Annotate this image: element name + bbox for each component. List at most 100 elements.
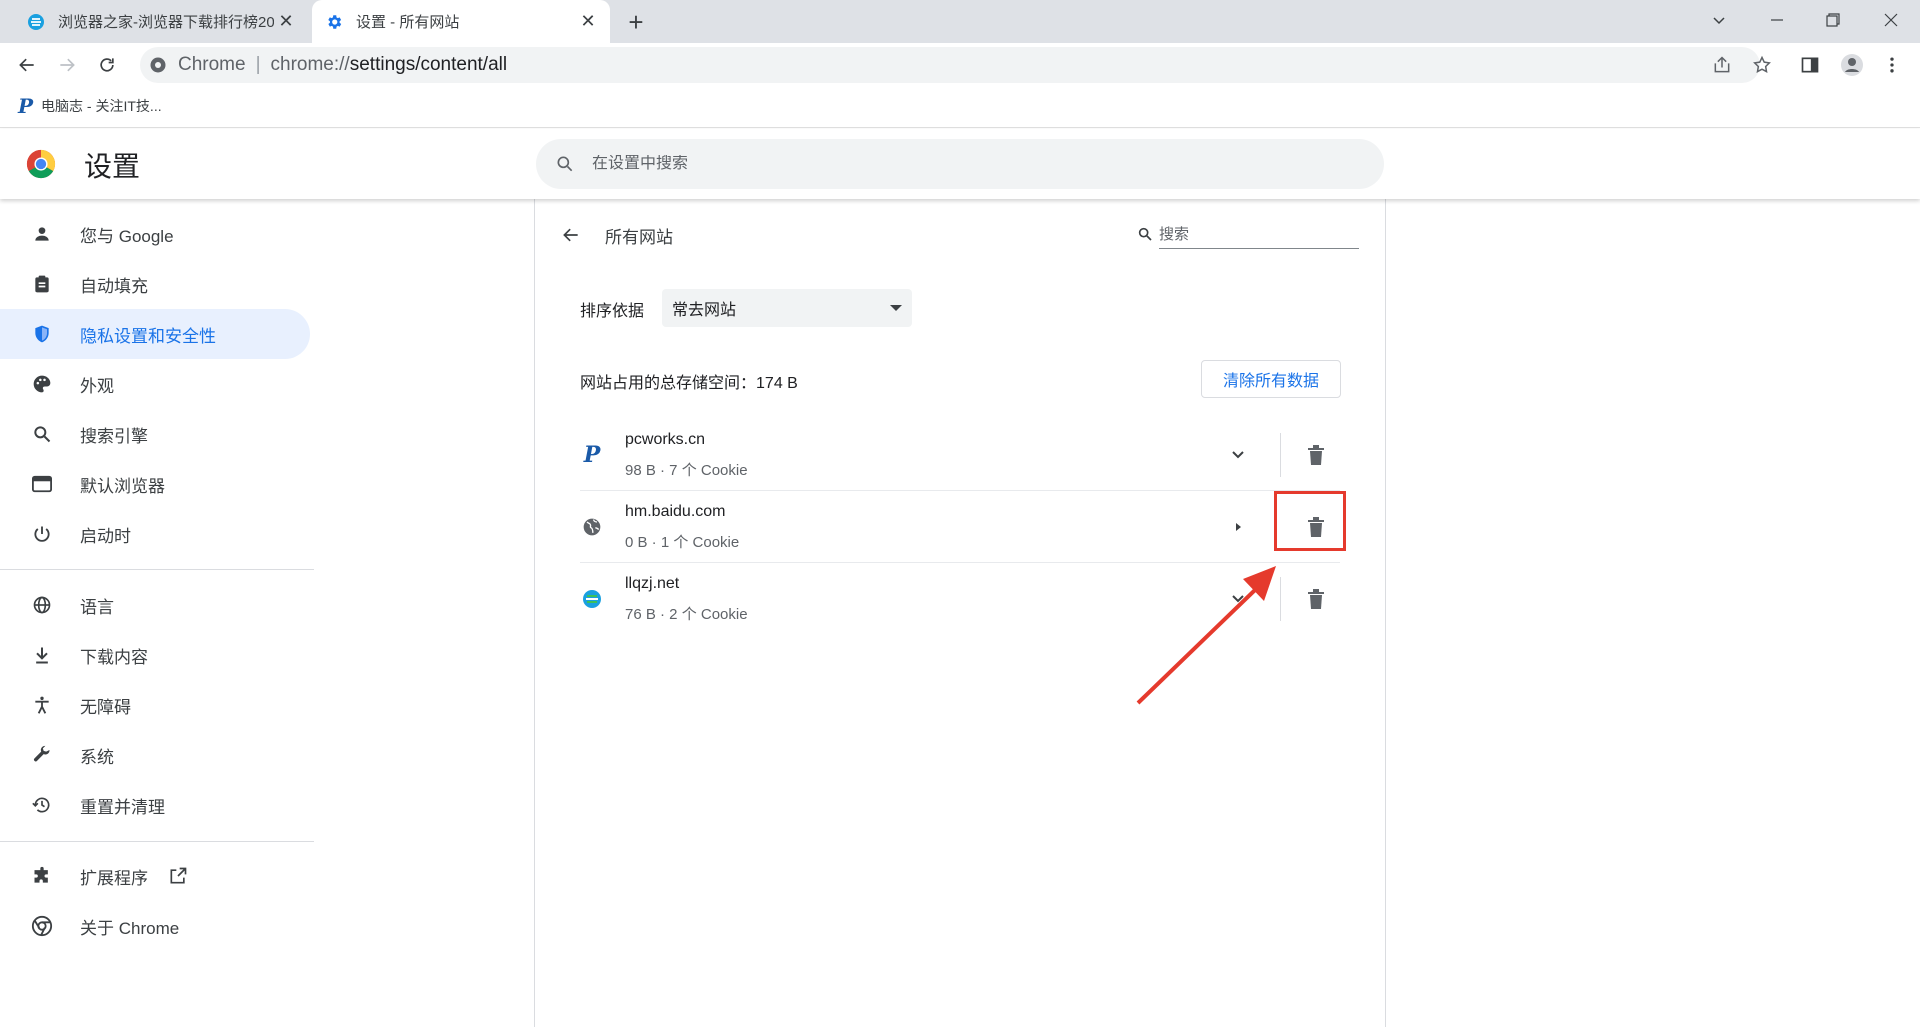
site-search[interactable]: 搜索	[1135, 219, 1361, 249]
back-icon[interactable]	[11, 49, 43, 81]
address-bar[interactable]: Chrome | chrome://settings/content/all	[140, 47, 1760, 83]
e-logo-icon	[26, 12, 46, 32]
sidebar-item-label: 关于 Chrome	[80, 918, 180, 938]
bookmark-label: 电脑志 - 关注IT技...	[41, 98, 162, 114]
sidebar-item-label: 搜索引擎	[80, 426, 148, 446]
sidebar-item-you-and-google[interactable]: 您与 Google	[0, 209, 310, 259]
new-tab-button[interactable]: +	[622, 7, 650, 37]
sidebar-item-system[interactable]: 系统	[0, 730, 310, 780]
dropdown-caret-icon	[890, 305, 902, 311]
close-icon[interactable]: ✕	[274, 10, 298, 34]
delete-site-button[interactable]	[1302, 441, 1330, 469]
bookmark-favicon-p-icon: P	[18, 94, 34, 118]
shield-icon	[30, 322, 54, 346]
person-icon	[30, 222, 54, 246]
sidebar-item-label: 启动时	[80, 526, 131, 546]
sidebar-item-label: 系统	[80, 747, 114, 767]
sidebar-item-label: 无障碍	[80, 697, 131, 717]
sidebar-item-label: 外观	[80, 376, 114, 396]
trash-icon	[1308, 445, 1324, 465]
settings-header: 设置	[0, 129, 1920, 199]
page-title: 设置	[84, 151, 141, 182]
minimize-icon[interactable]	[1752, 0, 1802, 40]
settings-search-input[interactable]	[592, 155, 1292, 173]
bookmark-item[interactable]: P 电脑志 - 关注IT技...	[18, 94, 162, 118]
total-storage-value: 174 B	[756, 375, 798, 392]
sidebar-item-label: 您与 Google	[80, 226, 174, 246]
sidebar-item-accessibility[interactable]: 无障碍	[0, 680, 310, 730]
sort-dropdown[interactable]: 常去网站	[662, 289, 912, 327]
caret-right-icon[interactable]	[1224, 513, 1252, 541]
tab-settings[interactable]: 设置 - 所有网站 ✕	[312, 0, 610, 43]
sidebar-item-appearance[interactable]: 外观	[0, 359, 310, 409]
sidebar-item-autofill[interactable]: 自动填充	[0, 259, 310, 309]
site-row[interactable]: P pcworks.cn 98 B · 7 个 Cookie	[580, 419, 1350, 491]
settings-search[interactable]	[536, 139, 1384, 189]
total-storage: 网站占用的总存储空间：174 B	[580, 369, 798, 393]
sidebar-divider	[0, 841, 314, 842]
browser-window-icon	[30, 472, 54, 496]
bookmarks-bar: P 电脑志 - 关注IT技...	[0, 86, 1920, 128]
close-icon[interactable]: ✕	[576, 10, 600, 34]
sidebar-item-languages[interactable]: 语言	[0, 580, 310, 630]
side-panel-icon[interactable]	[1794, 49, 1826, 81]
tab-strip: 浏览器之家-浏览器下载排行榜20 ✕ 设置 - 所有网站 ✕ +	[0, 0, 1920, 43]
sidebar-item-label: 语言	[80, 597, 114, 617]
tab-browser-home[interactable]: 浏览器之家-浏览器下载排行榜20 ✕	[10, 0, 308, 43]
sidebar-item-label: 下载内容	[80, 647, 148, 667]
toolbar: Chrome | chrome://settings/content/all	[0, 43, 1920, 86]
globe-icon	[580, 515, 604, 539]
globe-icon	[30, 593, 54, 617]
menu-icon[interactable]	[1876, 49, 1908, 81]
all-sites-card: 所有网站 搜索 排序依据 常去网站 网站占用的总存储空间：174 B 清除所有数…	[534, 199, 1386, 1027]
site-row[interactable]: hm.baidu.com 0 B · 1 个 Cookie	[580, 491, 1350, 563]
chrome-logo-icon	[26, 149, 56, 179]
sidebar-item-default-browser[interactable]: 默认浏览器	[0, 459, 310, 509]
restore-icon[interactable]	[1808, 0, 1858, 40]
sidebar-item-label: 自动填充	[80, 276, 148, 296]
external-link-icon	[168, 866, 188, 886]
chrome-icon	[30, 914, 54, 938]
palette-icon	[30, 372, 54, 396]
sidebar-item-privacy[interactable]: 隐私设置和安全性	[0, 309, 310, 359]
tab-title: 浏览器之家-浏览器下载排行榜20	[58, 14, 274, 31]
scheme-label: Chrome	[178, 54, 246, 75]
chevron-down-icon[interactable]	[1224, 441, 1252, 469]
sidebar-item-label: 默认浏览器	[80, 476, 165, 496]
site-name: llqzj.net	[625, 575, 680, 592]
back-arrow-icon[interactable]	[557, 221, 585, 249]
row-separator	[1280, 433, 1281, 477]
clear-all-data-button[interactable]: 清除所有数据	[1201, 360, 1341, 398]
site-row[interactable]: llqzj.net 76 B · 2 个 Cookie	[580, 563, 1350, 635]
subpage-title: 所有网站	[605, 228, 673, 247]
site-favicon-letter: P	[583, 442, 601, 468]
close-window-icon[interactable]	[1866, 0, 1916, 40]
sidebar-item-downloads[interactable]: 下载内容	[0, 630, 310, 680]
bookmark-star-icon[interactable]	[1746, 49, 1778, 81]
history-icon	[30, 793, 54, 817]
site-meta: 0 B · 1 个 Cookie	[625, 534, 740, 551]
reload-icon[interactable]	[91, 49, 123, 81]
profile-avatar-icon[interactable]	[1836, 49, 1868, 81]
share-icon[interactable]	[1706, 49, 1738, 81]
sidebar-item-search-engine[interactable]: 搜索引擎	[0, 409, 310, 459]
sidebar-item-extensions[interactable]: 扩展程序	[0, 851, 310, 901]
sidebar-item-about-chrome[interactable]: 关于 Chrome	[0, 901, 310, 951]
site-favicon-p-icon: P	[580, 442, 604, 468]
chevron-down-icon[interactable]	[1224, 585, 1252, 613]
site-search-input[interactable]: 搜索	[1159, 219, 1359, 249]
sidebar-divider	[0, 569, 314, 570]
site-meta: 98 B · 7 个 Cookie	[625, 462, 748, 479]
tab-title: 设置 - 所有网站	[356, 14, 460, 31]
sidebar-item-on-startup[interactable]: 启动时	[0, 509, 310, 559]
sidebar-item-label-wrap: 扩展程序	[80, 864, 188, 889]
search-icon	[554, 153, 576, 175]
forward-icon[interactable]	[51, 49, 83, 81]
annotation-highlight-box	[1274, 491, 1346, 551]
sidebar-item-reset[interactable]: 重置并清理	[0, 780, 310, 830]
puzzle-icon	[30, 864, 54, 888]
sidebar-item-label: 重置并清理	[80, 797, 165, 817]
tab-search-icon[interactable]	[1694, 0, 1744, 40]
delete-site-button[interactable]	[1302, 585, 1330, 613]
row-separator	[1280, 577, 1281, 621]
